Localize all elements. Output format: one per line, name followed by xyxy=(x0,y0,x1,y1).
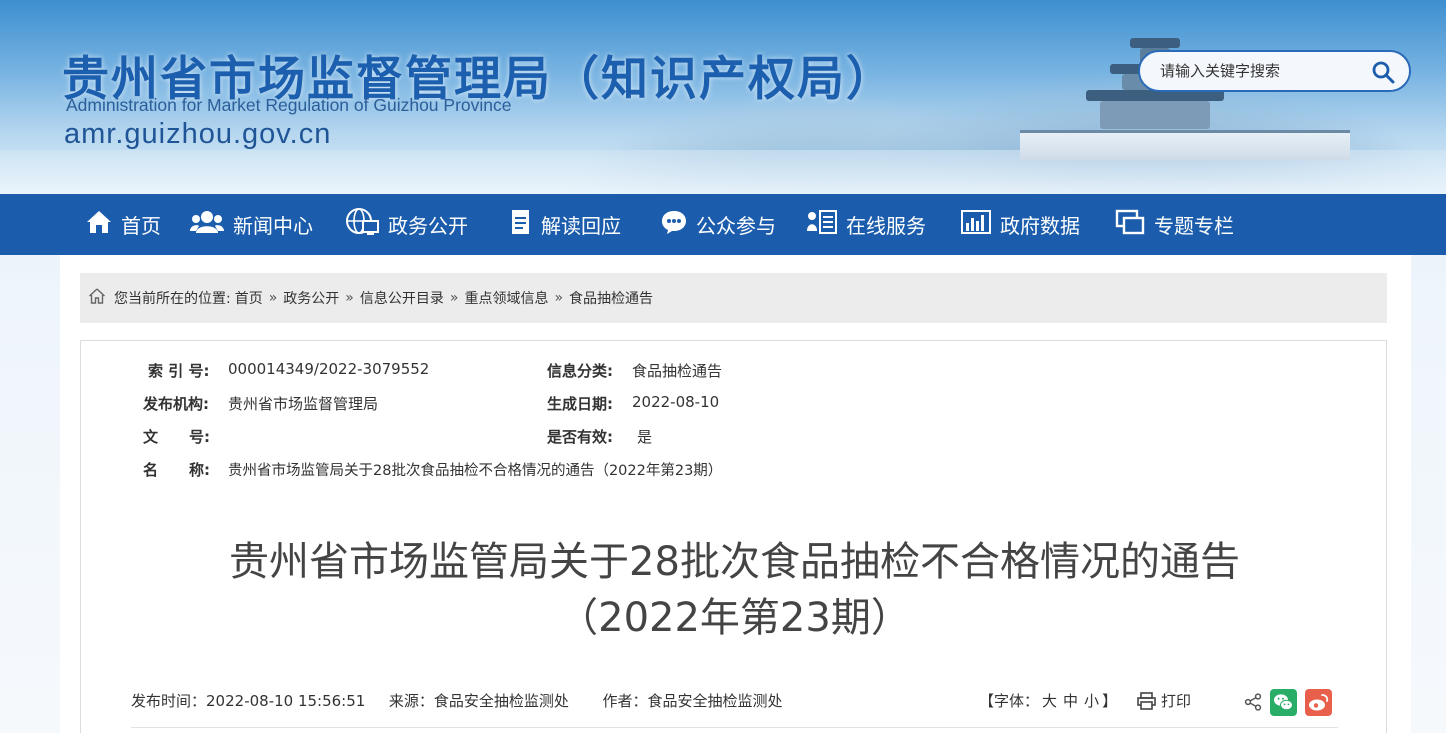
nav-item-online-service[interactable]: 在线服务 xyxy=(807,194,926,255)
globe-monitor-icon xyxy=(345,207,388,242)
validity-label: 是否有效: xyxy=(547,428,613,446)
site-title-english: Administration for Market Regulation of … xyxy=(66,95,512,115)
users-icon xyxy=(190,209,233,240)
search-icon[interactable] xyxy=(1371,60,1395,84)
font-size-small[interactable]: 小 xyxy=(1084,692,1099,710)
breadcrumb-link-gov-affairs[interactable]: 政务公开 xyxy=(283,288,339,308)
doc-name-label: 名 xyxy=(143,461,159,479)
breadcrumb-separator: » xyxy=(554,290,564,306)
windows-icon xyxy=(1115,209,1154,240)
search-box xyxy=(1138,50,1411,92)
nav-item-special-topics[interactable]: 专题专栏 xyxy=(1115,194,1234,255)
doc-number-label: 号: xyxy=(189,428,210,446)
nav-item-label: 公众参与 xyxy=(696,214,776,238)
nav-item-label: 政府数据 xyxy=(1000,214,1080,238)
nav-item-home[interactable]: 首页 xyxy=(86,194,161,255)
wechat-icon[interactable] xyxy=(1270,689,1297,720)
header-banner: 贵州省市场监督管理局（知识产权局） Administration for Mar… xyxy=(0,0,1446,194)
publish-time: 2022-08-10 15:56:51 xyxy=(206,692,366,710)
bar-chart-icon xyxy=(961,209,1000,240)
breadcrumb-link-key-areas[interactable]: 重点领域信息 xyxy=(464,288,548,308)
nav-item-label: 政务公开 xyxy=(388,214,468,238)
article-title-line: （2022年第23期） xyxy=(558,595,911,641)
article-box: 索 引 号: 000014349/2022-3079552 信息分类: 食品抽检… xyxy=(80,340,1387,733)
search-input[interactable] xyxy=(1160,60,1360,82)
source-value: 食品安全抽检监测处 xyxy=(433,692,569,710)
source-label: 来源： xyxy=(388,692,434,710)
date-label: 生成日期: xyxy=(547,395,613,413)
printer-icon xyxy=(1137,691,1156,710)
font-size-large[interactable]: 大 xyxy=(1042,692,1057,710)
article-title: 贵州省市场监管局关于28批次食品抽检不合格情况的通告 （2022年第23期） xyxy=(81,534,1388,646)
nav-item-label: 在线服务 xyxy=(846,214,926,238)
breadcrumb-separator: » xyxy=(268,290,278,306)
nav-item-label: 新闻中心 xyxy=(233,214,313,238)
publish-info: 发布时间：2022-08-10 15:56:51 来源：食品安全抽检监测处 作者… xyxy=(131,690,783,711)
article-title-line: 贵州省市场监管局关于28批次食品抽检不合格情况的通告 xyxy=(229,539,1240,585)
author-value: 食品安全抽检监测处 xyxy=(647,692,783,710)
date-value: 2022-08-10 xyxy=(632,393,720,411)
share-icon[interactable] xyxy=(1244,693,1262,715)
index-number-value: 000014349/2022-3079552 xyxy=(228,360,430,378)
doc-name-value: 贵州省市场监管局关于28批次食品抽检不合格情况的通告（2022年第23期） xyxy=(228,463,723,479)
breadcrumb-link-home[interactable]: 首页 xyxy=(235,288,263,308)
category-label: 信息分类: xyxy=(547,362,613,380)
publisher-value: 贵州省市场监督管理局 xyxy=(228,395,379,413)
nav-item-label: 首页 xyxy=(121,214,161,238)
home-icon xyxy=(86,209,121,240)
validity-value: 是 xyxy=(637,428,653,446)
doc-name-label: 称: xyxy=(189,461,210,479)
font-size-medium[interactable]: 中 xyxy=(1063,692,1078,710)
nav-item-interpretation[interactable]: 解读回应 xyxy=(510,194,621,255)
publisher-label: 发布机构: xyxy=(143,395,209,413)
divider xyxy=(131,727,1338,728)
print-label: 打印 xyxy=(1161,692,1192,710)
print-button[interactable]: 打印 xyxy=(1137,690,1191,711)
main-nav: 首页 新闻中心 政务公开 解读回应 公众参与 在线服务 政府数据 专题专栏 xyxy=(0,194,1446,255)
weibo-icon[interactable] xyxy=(1305,689,1332,720)
nav-item-gov-data[interactable]: 政府数据 xyxy=(961,194,1080,255)
font-size-control: 【字体：大中小】 xyxy=(979,692,1118,710)
breadcrumb: 您当前所在的位置: 首页 » 政务公开 » 信息公开目录 » 重点领域信息 » … xyxy=(80,273,1387,323)
nav-item-public-participation[interactable]: 公众参与 xyxy=(661,194,776,255)
home-outline-icon xyxy=(88,287,106,309)
publish-time-label: 发布时间： xyxy=(131,692,207,710)
nav-item-label: 解读回应 xyxy=(541,214,621,238)
category-value: 食品抽检通告 xyxy=(632,362,723,380)
author-label: 作者： xyxy=(602,692,648,710)
breadcrumb-link-catalog[interactable]: 信息公开目录 xyxy=(360,288,444,308)
document-icon xyxy=(510,208,541,241)
breadcrumb-separator: » xyxy=(345,290,354,306)
breadcrumb-separator: » xyxy=(449,290,459,306)
nav-item-news[interactable]: 新闻中心 xyxy=(190,194,313,255)
nav-item-label: 专题专栏 xyxy=(1154,214,1234,238)
person-list-icon xyxy=(807,209,846,240)
site-domain: amr.guizhou.gov.cn xyxy=(64,118,332,150)
nav-item-gov-affairs[interactable]: 政务公开 xyxy=(345,194,468,255)
index-number-label: 索 引 号: xyxy=(148,362,210,380)
breadcrumb-prefix: 您当前所在的位置: xyxy=(114,291,231,307)
breadcrumb-link-food-inspection[interactable]: 食品抽检通告 xyxy=(569,288,653,308)
chat-bubble-icon xyxy=(661,209,696,240)
doc-number-label: 文 xyxy=(143,428,159,446)
